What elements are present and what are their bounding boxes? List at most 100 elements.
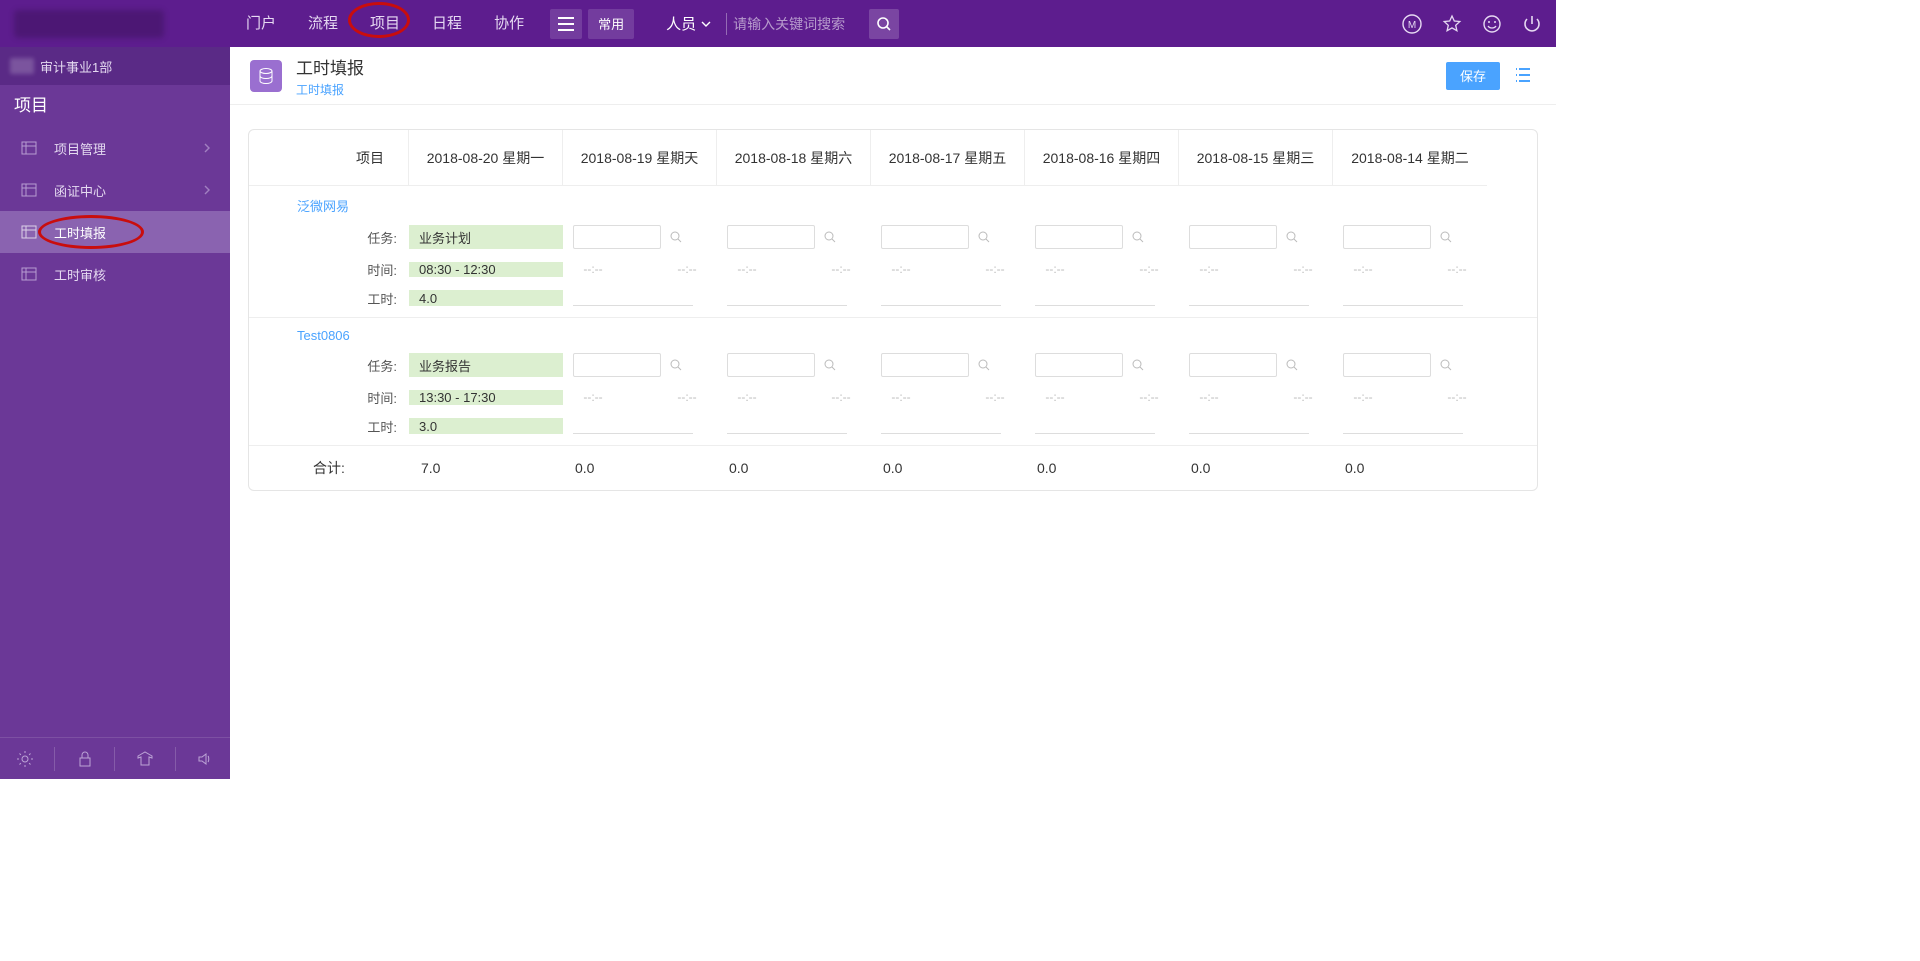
nav-project-label: 项目 (370, 15, 400, 32)
search-icon[interactable] (1285, 358, 1299, 372)
search-icon[interactable] (1439, 358, 1453, 372)
time-cell-day3[interactable]: --:----:-- (871, 390, 1025, 405)
hours-input[interactable] (573, 290, 693, 306)
task-input[interactable] (1343, 353, 1431, 377)
table-header-row: 项目 2018-08-20 星期一 2018-08-19 星期天 2018-08… (249, 130, 1537, 186)
hours-input[interactable] (881, 290, 1001, 306)
common-button[interactable]: 常用 (588, 9, 634, 39)
page-header: 工时填报 工时填报 保存 (230, 47, 1556, 105)
nav-process[interactable]: 流程 (292, 0, 354, 47)
hamburger-menu-button[interactable] (550, 9, 582, 39)
search-divider (726, 13, 727, 35)
hours-input[interactable] (727, 290, 847, 306)
nav-schedule[interactable]: 日程 (416, 0, 478, 47)
search-input[interactable] (733, 16, 863, 32)
task-input[interactable] (1189, 353, 1277, 377)
smile-icon[interactable] (1478, 10, 1506, 38)
lock-icon[interactable] (65, 738, 105, 780)
hours-input[interactable] (727, 418, 847, 434)
time-cell-day0: 08:30 - 12:30 (409, 262, 563, 277)
hours-input[interactable] (1189, 418, 1309, 434)
sound-icon[interactable] (185, 738, 225, 780)
hours-input[interactable] (1343, 418, 1463, 434)
time-cell-day4[interactable]: --:----:-- (1025, 262, 1179, 277)
time-cell-day1[interactable]: --:----:-- (563, 262, 717, 277)
breadcrumb[interactable]: 工时填报 (296, 81, 364, 98)
sidebar: 审计事业1部 项目 项目管理 函证中心 工时填报 (0, 47, 230, 779)
logo-blur (14, 10, 164, 38)
search-type-dropdown[interactable]: 人员 (658, 13, 720, 34)
search-icon[interactable] (669, 230, 683, 244)
time-cell-day6[interactable]: --:----:-- (1333, 390, 1487, 405)
hours-input[interactable] (1343, 290, 1463, 306)
total-cell-5: 0.0 (1179, 460, 1333, 476)
task-input[interactable] (727, 225, 815, 249)
project-link[interactable]: 泛微网易 (297, 199, 349, 214)
col-day-1: 2018-08-19 星期天 (563, 130, 717, 186)
list-toggle-button[interactable] (1512, 64, 1536, 88)
hours-input[interactable] (573, 418, 693, 434)
time-cell-day5[interactable]: --:----:-- (1179, 390, 1333, 405)
hours-cell-day6 (1333, 418, 1487, 434)
task-input[interactable] (573, 353, 661, 377)
task-cell-day2 (717, 353, 871, 377)
sidebar-item-timesheet-review[interactable]: 工时审核 (0, 253, 230, 295)
search-icon[interactable] (1131, 230, 1145, 244)
hours-cell-day3 (871, 418, 1025, 434)
search-icon[interactable] (823, 358, 837, 372)
task-cell-day3 (871, 353, 1025, 377)
time-cell-day6[interactable]: --:----:-- (1333, 262, 1487, 277)
sidebar-item-project-manage[interactable]: 项目管理 (0, 127, 230, 169)
nav-collab[interactable]: 协作 (478, 0, 540, 47)
time-cell-day3[interactable]: --:----:-- (871, 262, 1025, 277)
hours-input[interactable] (881, 418, 1001, 434)
search-button[interactable] (869, 9, 899, 39)
power-icon[interactable] (1518, 10, 1546, 38)
time-cell-day4[interactable]: --:----:-- (1025, 390, 1179, 405)
hours-input[interactable] (1189, 290, 1309, 306)
task-cell-day1 (563, 225, 717, 249)
search-icon[interactable] (977, 230, 991, 244)
dept-row[interactable]: 审计事业1部 (0, 47, 230, 85)
save-button[interactable]: 保存 (1446, 62, 1500, 90)
svg-text:M: M (1408, 20, 1416, 31)
time-cell-day5[interactable]: --:----:-- (1179, 262, 1333, 277)
time-cell-day2[interactable]: --:----:-- (717, 390, 871, 405)
task-input[interactable] (1343, 225, 1431, 249)
list-icon (1512, 64, 1534, 86)
timesheet-table: 项目 2018-08-20 星期一 2018-08-19 星期天 2018-08… (248, 129, 1538, 491)
hours-cell-day1 (563, 418, 717, 434)
hours-input[interactable] (1035, 290, 1155, 306)
theme-icon[interactable] (125, 738, 165, 780)
time-cell-day2[interactable]: --:----:-- (717, 262, 871, 277)
time-cell-day1[interactable]: --:----:-- (563, 390, 717, 405)
sidebar-item-timesheet-fill[interactable]: 工时填报 (0, 211, 230, 253)
task-input[interactable] (1035, 225, 1123, 249)
search-icon[interactable] (1131, 358, 1145, 372)
star-icon[interactable] (1438, 10, 1466, 38)
search-icon[interactable] (977, 358, 991, 372)
total-row: 合计: 7.0 0.0 0.0 0.0 0.0 0.0 0.0 (249, 446, 1537, 490)
search-icon[interactable] (1439, 230, 1453, 244)
page-title: 工时填报 (296, 54, 364, 79)
task-input[interactable] (573, 225, 661, 249)
task-input[interactable] (881, 353, 969, 377)
task-cell-day6 (1333, 225, 1487, 249)
project-link[interactable]: Test0806 (297, 328, 350, 343)
search-icon[interactable] (669, 358, 683, 372)
hours-input[interactable] (1035, 418, 1155, 434)
search-type-label: 人员 (666, 13, 696, 34)
content: 工时填报 工时填报 保存 项目 2018-08-20 星期一 2018 (230, 47, 1556, 779)
task-input[interactable] (1189, 225, 1277, 249)
search-icon[interactable] (1285, 230, 1299, 244)
nav-portal[interactable]: 门户 (230, 0, 292, 47)
col-day-6: 2018-08-14 星期二 (1333, 130, 1487, 186)
gear-icon[interactable] (5, 738, 45, 780)
sidebar-item-letter-center[interactable]: 函证中心 (0, 169, 230, 211)
m-icon[interactable]: M (1398, 10, 1426, 38)
task-input[interactable] (1035, 353, 1123, 377)
task-input[interactable] (727, 353, 815, 377)
task-input[interactable] (881, 225, 969, 249)
nav-project[interactable]: 项目 (354, 0, 416, 47)
search-icon[interactable] (823, 230, 837, 244)
